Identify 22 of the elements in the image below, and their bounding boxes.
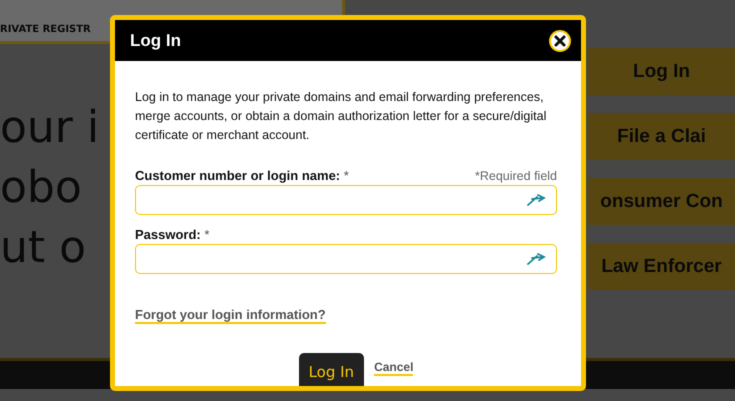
arrow-icon[interactable] (526, 193, 546, 207)
input-field[interactable] (135, 185, 557, 215)
close-button[interactable] (549, 30, 571, 52)
logo-tagline: RIVATE REGISTR (0, 24, 91, 35)
required-note: *Required field (475, 169, 557, 183)
close-icon (553, 34, 567, 48)
menu-button[interactable]: File a Clai (588, 113, 735, 160)
headline-text: our i (0, 101, 100, 155)
cancel-link[interactable]: Cancel (374, 360, 414, 376)
arrow-icon[interactable] (526, 252, 546, 266)
dialog-title: Log In (130, 30, 181, 50)
input-field[interactable] (135, 244, 557, 274)
menu-button[interactable]: Log In (588, 48, 735, 95)
field-label: Customer number or login name: * (135, 168, 349, 183)
forgot-link[interactable]: Forgot your login information? (135, 307, 326, 324)
intro-text: Log in to manage your private domains and email forwarding preferences, merge accounts, or obtain a domain authorization letter for a secure/digital certificate or merchant account. (135, 89, 548, 144)
field-label: Password: * (135, 227, 210, 242)
menu-button[interactable]: Law Enforcer (588, 243, 735, 290)
headline-text: obo (0, 161, 82, 215)
menu-button[interactable]: onsumer Con (588, 178, 735, 225)
headline-text: ut o (0, 221, 86, 275)
login-button[interactable]: Log In (298, 353, 364, 386)
